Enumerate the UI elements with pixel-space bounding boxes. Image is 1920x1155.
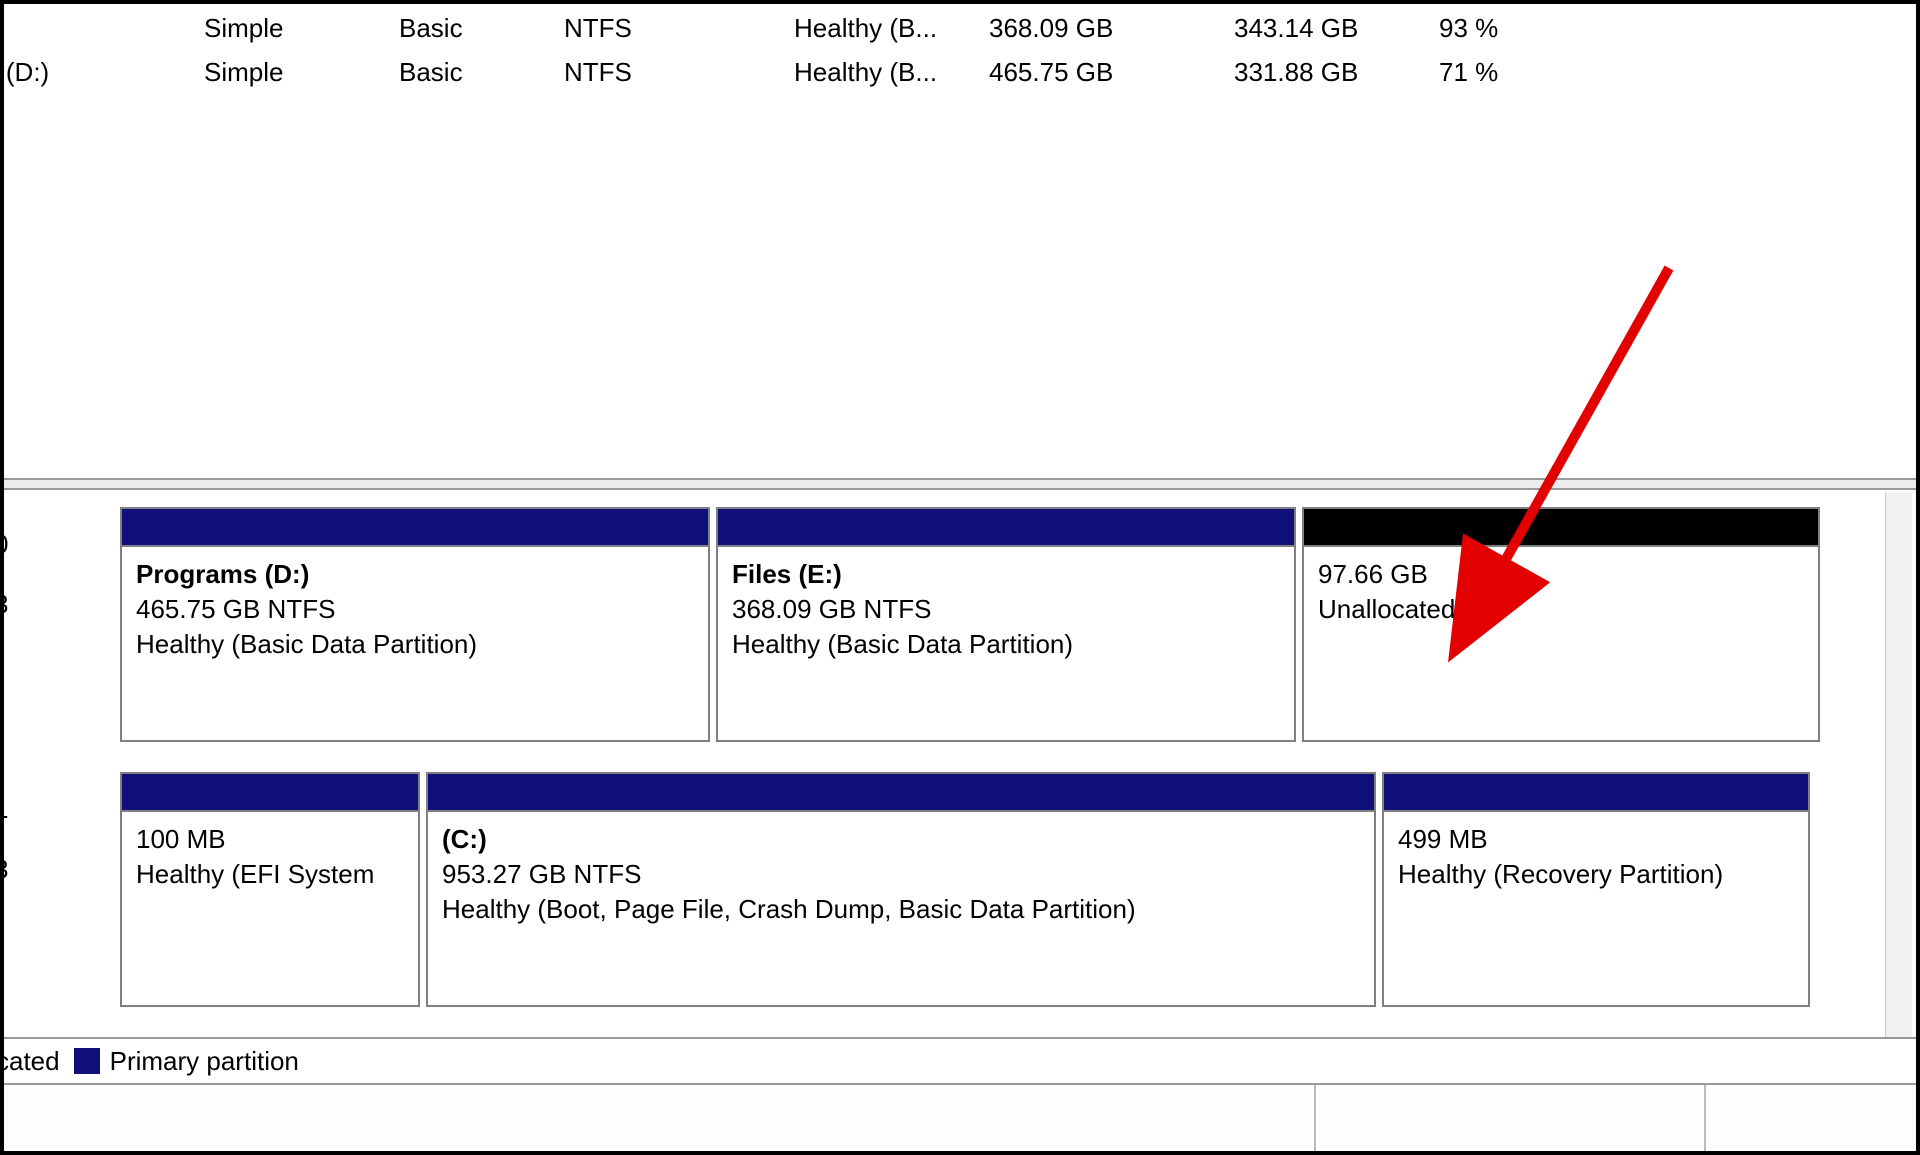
legend-unallocated-text: cated [0, 1046, 60, 1077]
partition-status: Unallocated [1318, 592, 1804, 627]
volume-list[interactable]: ) Simple Basic NTFS Healthy (B... 368.09… [4, 4, 1916, 494]
vol-fs: NTFS [564, 8, 764, 48]
disk-label: 3 [0, 589, 8, 620]
partition-header [122, 774, 418, 810]
partition-size: 100 MB [136, 822, 404, 857]
vol-type: Basic [399, 8, 549, 48]
disk-label: 0 [0, 529, 8, 560]
partition-header [718, 509, 1294, 545]
vol-capacity: 368.09 GB [989, 8, 1229, 48]
partition-size: 97.66 GB [1318, 557, 1804, 592]
vol-layout: Simple [204, 8, 384, 48]
partition-efi[interactable]: 100 MB Healthy (EFI System [120, 772, 420, 1007]
status-bar [4, 1083, 1916, 1151]
legend-swatch-primary [74, 1048, 100, 1074]
partition-size: 368.09 GB NTFS [732, 592, 1280, 627]
vol-status: Healthy (B... [794, 52, 989, 92]
disk-row-0: Programs (D:) 465.75 GB NTFS Healthy (Ba… [120, 507, 1820, 742]
partition-header [1304, 509, 1818, 545]
partition-title: Programs (D:) [136, 557, 694, 592]
partition-header [1384, 774, 1808, 810]
partition-status: Healthy (Recovery Partition) [1398, 857, 1794, 892]
vol-capacity: 465.75 GB [989, 52, 1229, 92]
vol-name: ) [4, 8, 184, 48]
disk-label: 3 [0, 854, 8, 885]
volume-row[interactable]: ms (D:) Simple Basic NTFS Healthy (B... … [4, 52, 1916, 92]
partition-header [122, 509, 708, 545]
pane-divider[interactable] [4, 478, 1916, 490]
partition-size: 465.75 GB NTFS [136, 592, 694, 627]
vol-free: 343.14 GB [1234, 8, 1434, 48]
vol-name: ms (D:) [4, 52, 184, 92]
disk-row-1: 100 MB Healthy (EFI System (C:) 953.27 G… [120, 772, 1820, 1007]
partition-header [428, 774, 1374, 810]
partition-title: Files (E:) [732, 557, 1280, 592]
partition-files-e[interactable]: Files (E:) 368.09 GB NTFS Healthy (Basic… [716, 507, 1296, 742]
disk-label: 1 [0, 794, 8, 825]
vol-layout: Simple [204, 52, 384, 92]
partition-unallocated[interactable]: 97.66 GB Unallocated [1302, 507, 1820, 742]
partition-status: Healthy (Boot, Page File, Crash Dump, Ba… [442, 892, 1360, 927]
vol-fs: NTFS [564, 52, 764, 92]
vol-percent: 93 % [1439, 8, 1589, 48]
vol-type: Basic [399, 52, 549, 92]
partition-status: Healthy (EFI System [136, 857, 404, 892]
partition-size: 499 MB [1398, 822, 1794, 857]
vol-percent: 71 % [1439, 52, 1589, 92]
partition-size: 953.27 GB NTFS [442, 857, 1360, 892]
legend: cated Primary partition [4, 1037, 1916, 1083]
partition-status: Healthy (Basic Data Partition) [732, 627, 1280, 662]
vol-free: 331.88 GB [1234, 52, 1434, 92]
status-divider [1314, 1085, 1316, 1151]
partition-programs-d[interactable]: Programs (D:) 465.75 GB NTFS Healthy (Ba… [120, 507, 710, 742]
partition-title: (C:) [442, 822, 1360, 857]
volume-row[interactable]: ) Simple Basic NTFS Healthy (B... 368.09… [4, 8, 1916, 48]
legend-primary-text: Primary partition [110, 1046, 299, 1077]
status-divider [1704, 1085, 1706, 1151]
scrollbar[interactable] [1885, 492, 1912, 1037]
partition-recovery[interactable]: 499 MB Healthy (Recovery Partition) [1382, 772, 1810, 1007]
partition-c[interactable]: (C:) 953.27 GB NTFS Healthy (Boot, Page … [426, 772, 1376, 1007]
partition-status: Healthy (Basic Data Partition) [136, 627, 694, 662]
vol-status: Healthy (B... [794, 8, 989, 48]
disk-map: Programs (D:) 465.75 GB NTFS Healthy (Ba… [4, 492, 1916, 1051]
